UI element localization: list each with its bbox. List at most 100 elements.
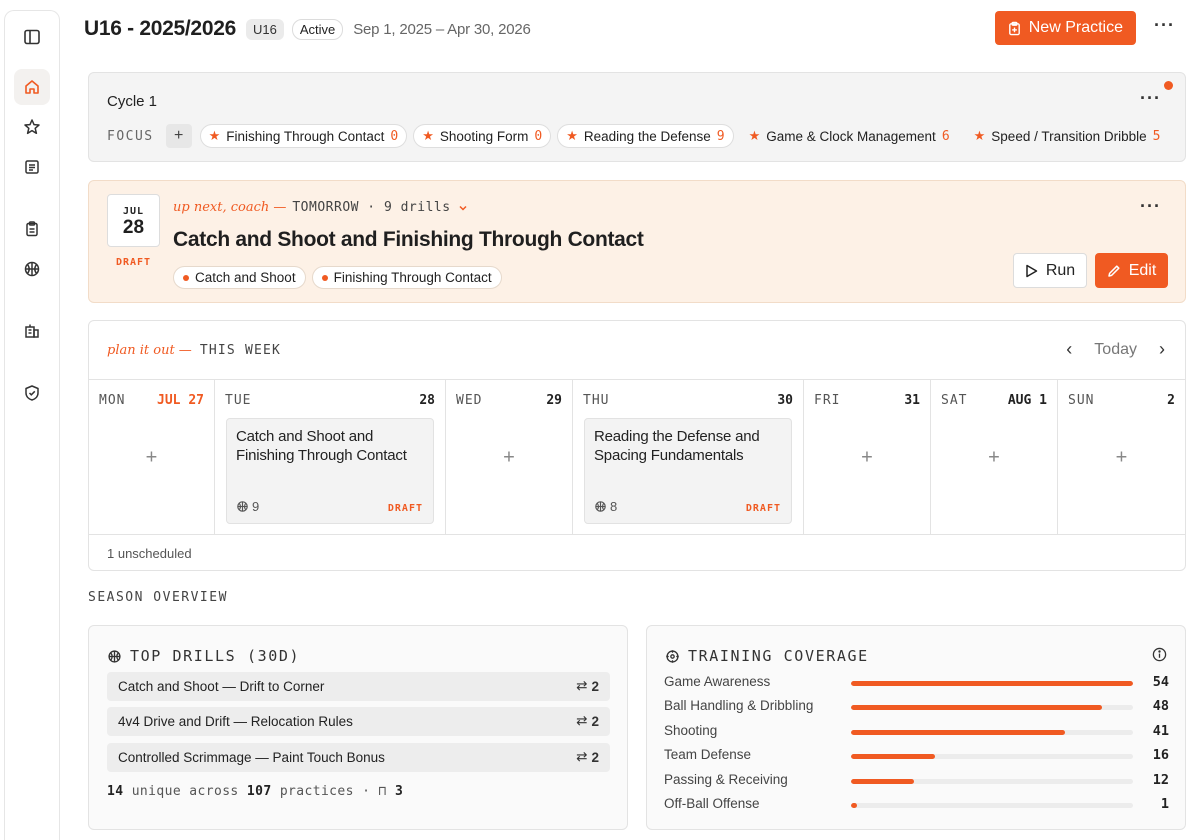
cycle-card: Cycle 1 ··· FOCUS + ★ Finishing Through … — [88, 72, 1186, 162]
basketball-icon — [595, 501, 606, 512]
today-button[interactable]: Today — [1094, 341, 1137, 359]
list-item[interactable]: 4v4 Drive and Drift — Relocation Rules ⇄… — [107, 707, 610, 736]
chevron-right-icon[interactable]: › — [1159, 339, 1165, 360]
day-column[interactable]: TUE 28 Catch and Shoot and Finishing Thr… — [215, 380, 446, 534]
more-options-icon[interactable]: ··· — [1154, 16, 1175, 34]
tag-row: Catch and Shoot Finishing Through Contac… — [173, 266, 502, 289]
week-kicker: plan it out — — [107, 343, 192, 358]
day-column[interactable]: SUN 2 + — [1058, 380, 1185, 534]
repeat-icon: ⇄ — [576, 713, 588, 728]
top-drills-panel: TOP DRILLS (30D) Catch and Shoot — Drift… — [88, 625, 628, 830]
day-column[interactable]: SAT AUG 1 + — [931, 380, 1058, 534]
sidebar — [4, 10, 60, 840]
sidebar-item-home[interactable] — [14, 69, 50, 105]
unique-summary: 14 unique across 107 practices · ⊓ 3 — [107, 784, 404, 799]
sidebar-item-drills[interactable] — [14, 251, 50, 287]
focus-chip[interactable]: ★ Finishing Through Contact 0 — [199, 124, 408, 148]
focus-chip[interactable]: ★ Shooting Form 0 — [413, 124, 552, 148]
coverage-label: Passing & Receiving — [664, 771, 788, 787]
bookmark-icon: ⊓ — [378, 784, 387, 799]
new-practice-button[interactable]: New Practice — [994, 11, 1136, 45]
coverage-label: Ball Handling & Dribbling — [664, 698, 814, 714]
training-coverage-panel: TRAINING COVERAGE Game Awareness 54 Ball H… — [646, 625, 1186, 830]
star-icon: ★ — [973, 128, 986, 143]
coverage-row: Ball Handling & Dribbling 48 — [664, 698, 1169, 716]
week-label: THIS WEEK — [199, 343, 282, 358]
coverage-row: Shooting 41 — [664, 723, 1169, 741]
coverage-value: 41 — [1152, 722, 1169, 739]
focus-chip[interactable]: ★ Game & Clock Management 6 — [740, 124, 959, 148]
week-card: plan it out — THIS WEEK ‹ Today › MON JU… — [88, 320, 1186, 571]
coverage-label: Team Defense — [664, 747, 752, 763]
unscheduled-link[interactable]: 1 unscheduled — [107, 546, 192, 561]
run-button[interactable]: Run — [1013, 253, 1087, 288]
coverage-value: 16 — [1152, 747, 1169, 764]
coverage-bar — [851, 705, 1133, 711]
sidebar-item-notes[interactable] — [14, 149, 50, 185]
week-nav: ‹ Today › — [1066, 339, 1165, 360]
add-practice-icon[interactable]: + — [1116, 447, 1128, 470]
sidebar-item-organization[interactable] — [14, 313, 50, 349]
sidebar-toggle-icon[interactable] — [14, 19, 50, 55]
add-practice-icon[interactable]: + — [503, 447, 515, 470]
next-practice-title: Catch and Shoot and Finishing Through Co… — [173, 228, 644, 251]
practice-tag: Finishing Through Contact — [311, 266, 502, 289]
coverage-bar — [851, 754, 1133, 760]
next-practice-card[interactable]: JUL 28 DRAFT up next, coach — TOMORROW ·… — [88, 180, 1186, 303]
season-dates: Sep 1, 2025 – Apr 30, 2026 — [353, 20, 531, 38]
basketball-icon — [237, 501, 248, 512]
chevron-left-icon[interactable]: ‹ — [1066, 339, 1072, 360]
target-icon — [666, 649, 679, 663]
sidebar-item-security[interactable] — [14, 375, 50, 411]
star-icon: ★ — [566, 128, 578, 143]
sidebar-item-favorites[interactable] — [14, 109, 50, 145]
chevron-down-icon[interactable] — [457, 202, 469, 214]
star-icon — [24, 119, 40, 135]
edit-button[interactable]: Edit — [1095, 253, 1168, 288]
kicker: up next, coach — — [173, 200, 287, 215]
focus-label: FOCUS — [107, 128, 154, 144]
coverage-bar — [851, 803, 1133, 808]
day-column[interactable]: FRI 31 + — [804, 380, 931, 534]
practice-card[interactable]: Catch and Shoot and Finishing Through Co… — [226, 418, 434, 524]
cycle-more-icon[interactable]: ··· — [1140, 89, 1161, 107]
star-icon: ★ — [208, 128, 221, 143]
coverage-label: Shooting — [664, 722, 718, 738]
day-column[interactable]: WED 29 + — [446, 380, 573, 534]
focus-chip[interactable]: ★ Speed / Transition Dribble 5 — [965, 124, 1170, 148]
coverage-value: 1 — [1160, 796, 1169, 812]
page-header: U16 - 2025/2026 U16 Active Sep 1, 2025 –… — [84, 11, 1180, 45]
page-title: U16 - 2025/2026 — [84, 17, 236, 40]
home-icon — [25, 80, 39, 94]
practice-card[interactable]: Reading the Defense and Spacing Fundamen… — [584, 418, 792, 524]
next-practice-more-icon[interactable]: ··· — [1140, 197, 1161, 215]
sidebar-item-practices[interactable] — [14, 211, 50, 247]
coverage-value: 12 — [1152, 771, 1169, 788]
list-item[interactable]: Controlled Scrimmage — Paint Touch Bonus… — [107, 743, 610, 772]
add-practice-icon[interactable]: + — [146, 447, 158, 470]
add-focus-button[interactable]: + — [165, 124, 192, 148]
focus-row: FOCUS + ★ Finishing Through Contact 0 ★ … — [107, 124, 1169, 148]
list-item[interactable]: Catch and Shoot — Drift to Corner ⇄ 2 — [107, 672, 610, 701]
week-grid: MON JUL 27 + TUE 28 Catch and Shoot and … — [89, 379, 1185, 535]
day-column[interactable]: THU 30 Reading the Defense and Spacing F… — [573, 380, 804, 534]
next-practice-meta: up next, coach — TOMORROW · 9 drills — [173, 200, 469, 215]
cycle-title: Cycle 1 — [107, 93, 158, 110]
add-practice-icon[interactable]: + — [988, 447, 1000, 470]
add-practice-icon[interactable]: + — [861, 447, 873, 470]
star-icon: ★ — [748, 128, 761, 143]
coverage-label: Off-Ball Offense — [664, 796, 760, 811]
draft-badge: DRAFT — [115, 257, 152, 268]
day-column[interactable]: MON JUL 27 + — [89, 380, 215, 534]
week-header: plan it out — THIS WEEK — [107, 343, 281, 358]
basketball-icon — [24, 261, 40, 277]
coverage-value: 54 — [1152, 674, 1169, 690]
focus-chip[interactable]: ★ Reading the Defense 9 — [557, 124, 734, 148]
notes-icon — [25, 160, 39, 174]
notification-dot — [1164, 81, 1173, 90]
coverage-value: 48 — [1152, 698, 1169, 715]
play-icon — [1026, 264, 1038, 277]
info-icon[interactable] — [1152, 647, 1167, 662]
top-drills-title: TOP DRILLS (30D) — [130, 647, 301, 665]
coverage-bar — [851, 778, 1133, 784]
